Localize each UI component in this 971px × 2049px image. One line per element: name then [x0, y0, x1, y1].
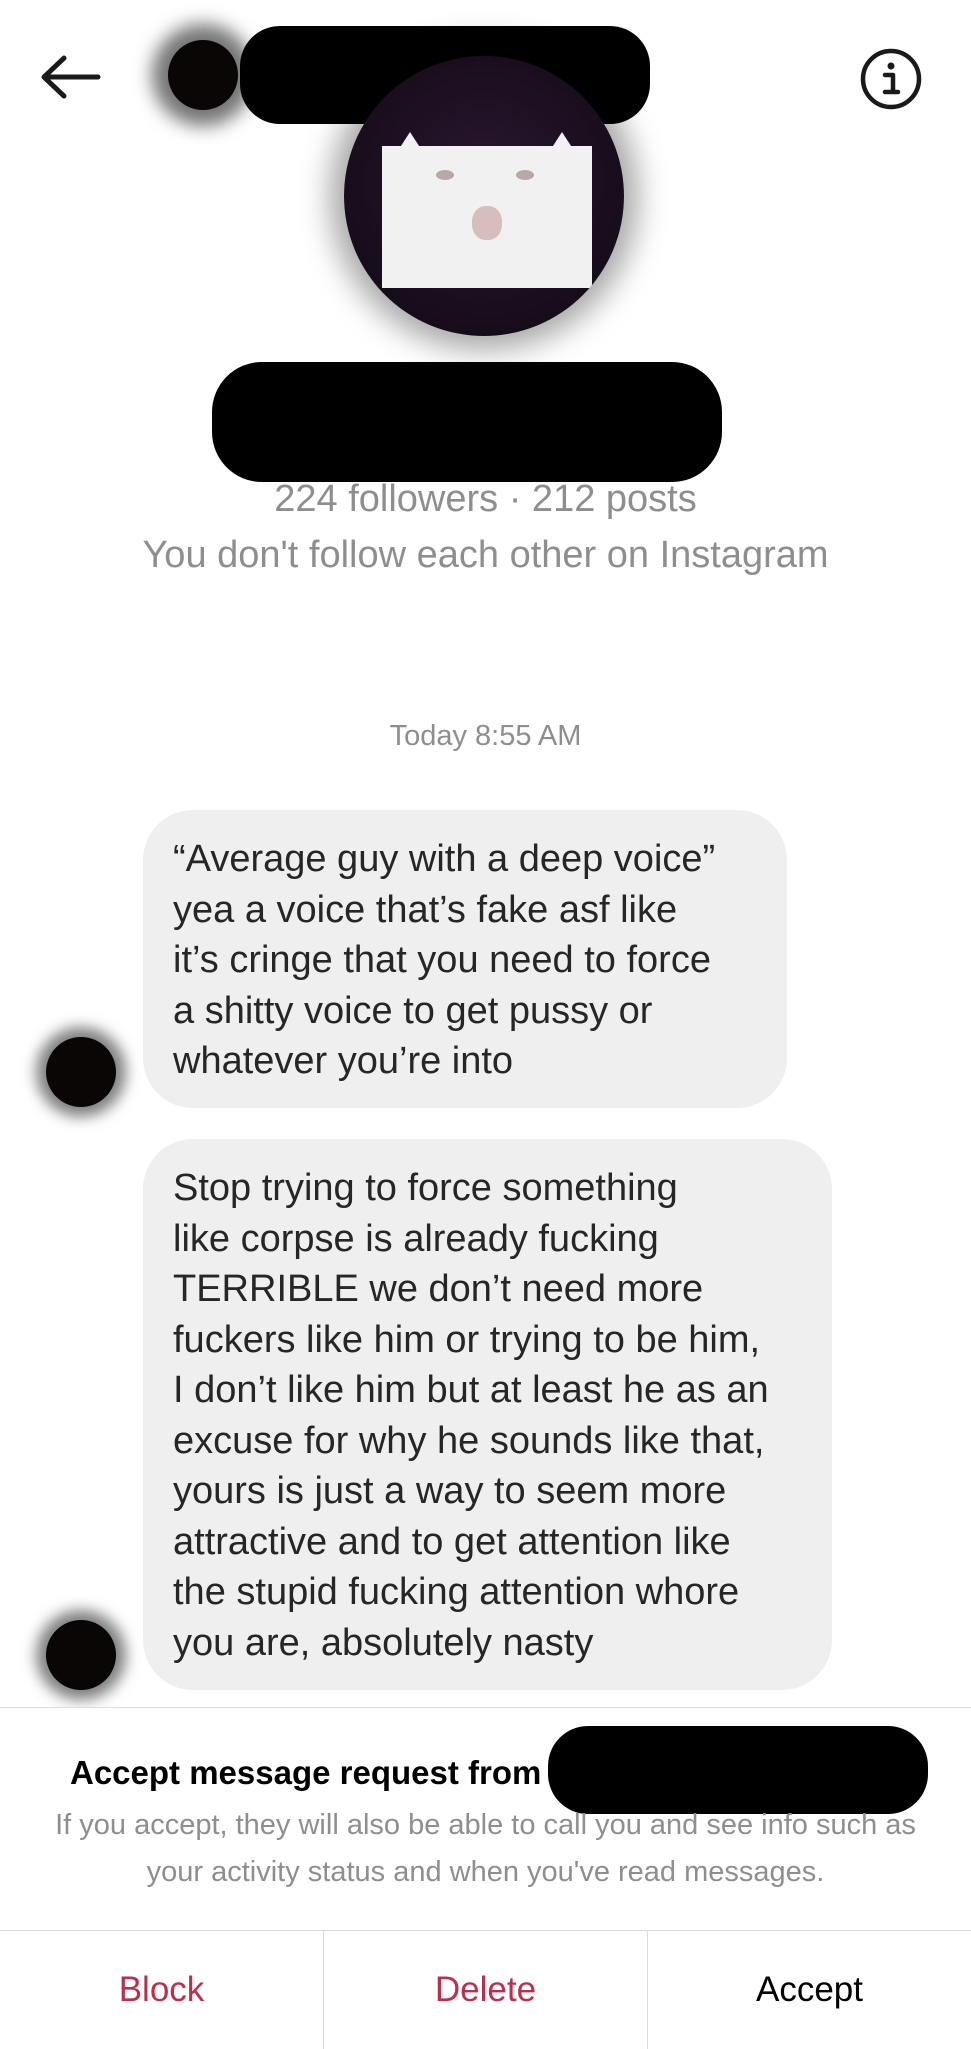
message-line: excuse for why he sounds like that, — [173, 1419, 765, 1462]
message-line: it’s cringe that you need to force — [173, 939, 711, 981]
request-description: If you accept, they will also be able to… — [55, 1809, 916, 1888]
message-line: the stupid fucking attention whore — [173, 1571, 740, 1613]
request-actions: Block Delete Accept — [0, 1930, 971, 2049]
message-line: yours is just a way to seem more — [173, 1470, 727, 1512]
sender-avatar[interactable] — [46, 1620, 116, 1690]
message-line: fuckers like him or trying to be him, — [173, 1318, 761, 1361]
info-circle-icon — [860, 48, 922, 110]
message-line: like corpse is already fucking — [173, 1217, 659, 1260]
profile-stats: 224 followers · 212 posts — [274, 478, 697, 520]
message-line: a shitty voice to get pussy or — [173, 989, 653, 1032]
message-line: Stop trying to force something — [173, 1167, 678, 1209]
message-line: attractive and to get attention like — [173, 1520, 731, 1563]
arrow-left-icon — [41, 55, 101, 99]
message-line: TERRIBLE we don’t need more — [173, 1268, 704, 1310]
header-avatar[interactable] — [168, 40, 238, 110]
info-button[interactable] — [858, 46, 924, 112]
redacted-requester-name — [548, 1726, 928, 1814]
redacted-display-name — [212, 362, 722, 482]
message-line: I don’t like him but at least he as an — [173, 1369, 769, 1411]
message-line: whatever you’re into — [173, 1040, 514, 1082]
delete-button[interactable]: Delete — [323, 1931, 647, 2049]
profile-photo[interactable] — [344, 56, 624, 336]
sender-avatar[interactable] — [46, 1037, 116, 1107]
follow-status: You don't follow each other on Instagram — [142, 534, 829, 576]
message-line: “Average guy with a deep voice” — [173, 838, 716, 880]
message-bubble[interactable]: Stop trying to force something like corp… — [143, 1139, 832, 1690]
message-bubble[interactable]: “Average guy with a deep voice” yea a vo… — [143, 810, 787, 1108]
message-timestamp: Today 8:55 AM — [389, 720, 582, 752]
message-line: you are, absolutely nasty — [173, 1621, 594, 1664]
message-line: yea a voice that’s fake asf like — [173, 888, 678, 931]
block-button[interactable]: Block — [0, 1931, 323, 2049]
back-button[interactable] — [38, 52, 104, 102]
accept-button[interactable]: Accept — [647, 1931, 971, 2049]
request-title: Accept message request from — [70, 1754, 542, 1791]
